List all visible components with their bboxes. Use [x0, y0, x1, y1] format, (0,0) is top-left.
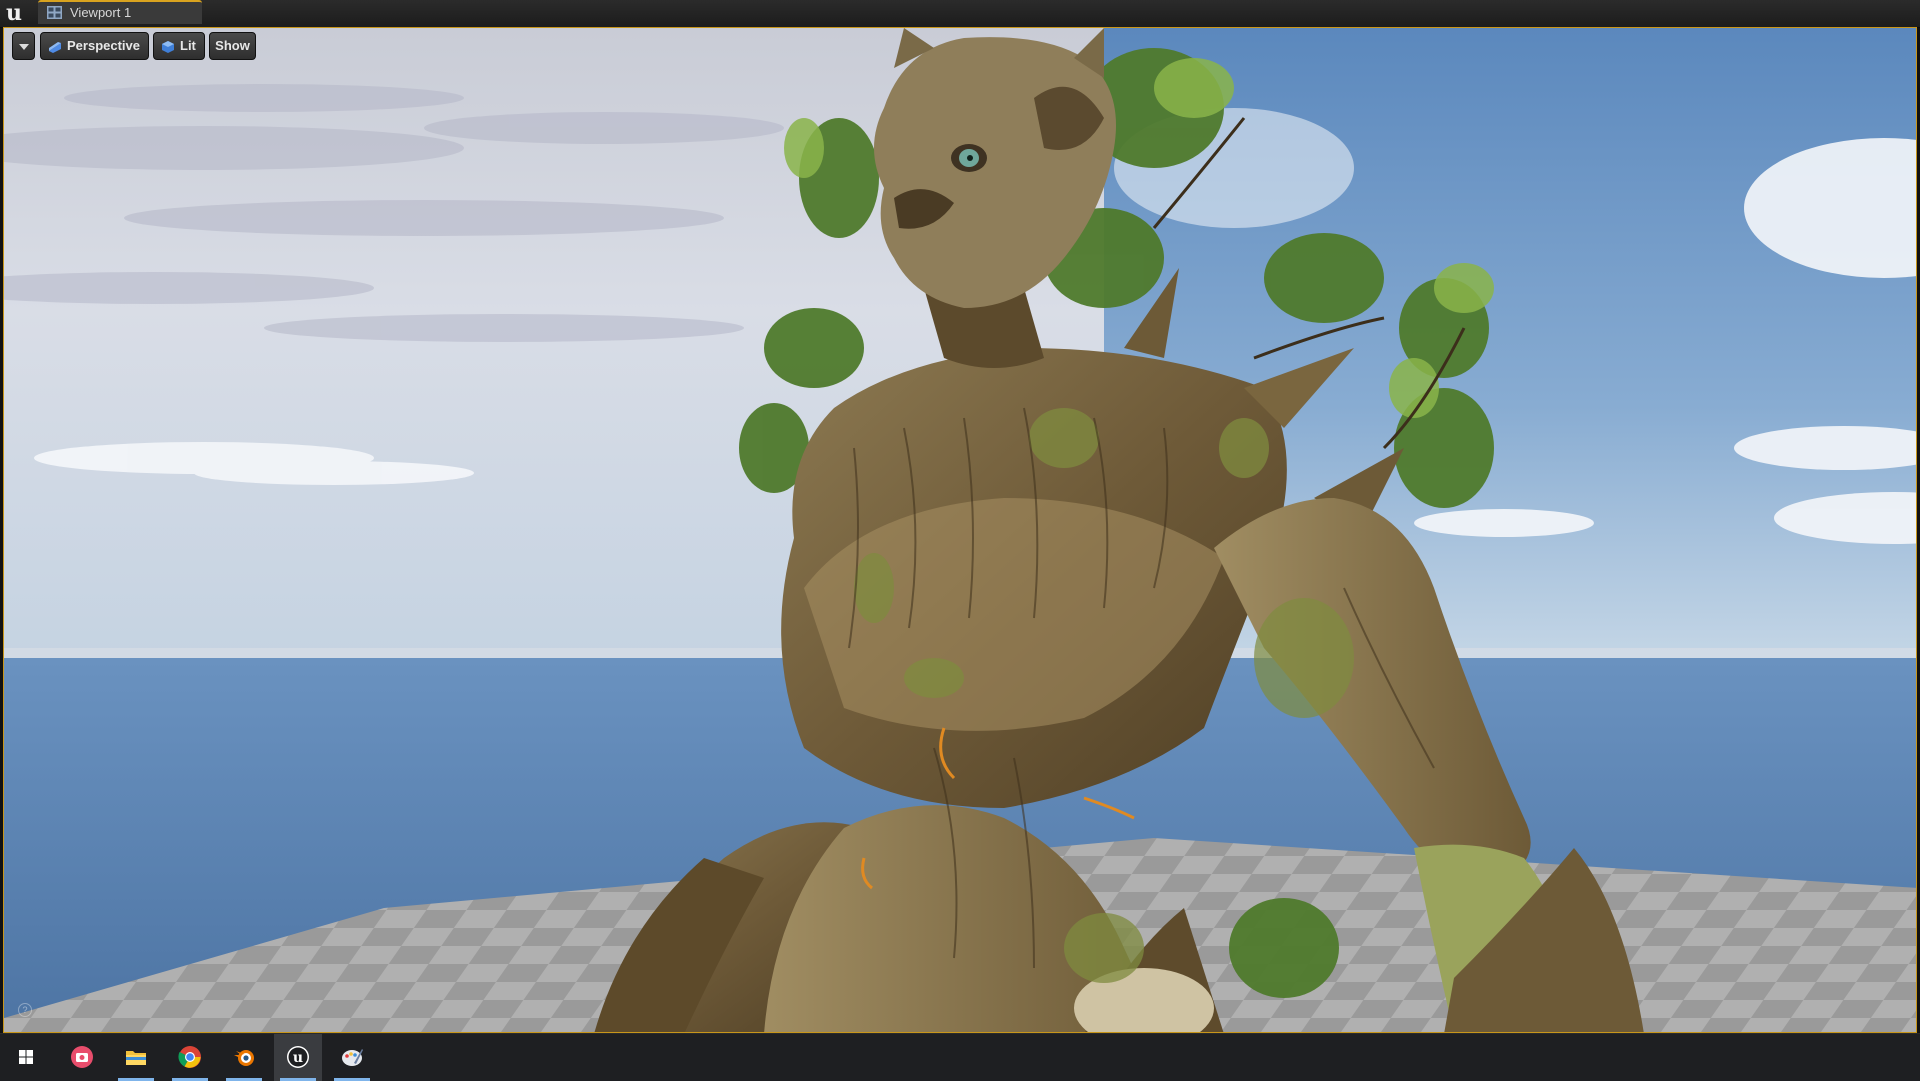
perspective-button[interactable]: Perspective — [40, 32, 149, 60]
taskbar-chrome[interactable] — [166, 1034, 214, 1081]
file-explorer-icon — [126, 1051, 146, 1065]
tab-viewport-1[interactable]: Viewport 1 — [38, 0, 202, 24]
windows-start-icon — [19, 1050, 33, 1064]
viewport-options-dropdown[interactable] — [12, 32, 35, 60]
tab-label: Viewport 1 — [70, 5, 132, 20]
perspective-camera-icon — [49, 42, 61, 53]
show-label: Show — [215, 38, 250, 53]
taskbar-unreal-engine[interactable]: u — [274, 1034, 322, 1081]
perspective-label: Perspective — [67, 38, 140, 53]
lit-sphere-icon — [162, 41, 174, 53]
level-viewport[interactable]: Perspective Lit Show ? — [3, 27, 1917, 1033]
view-mode-lit-button[interactable]: Lit — [153, 32, 205, 60]
scene-render[interactable] — [4, 28, 1917, 1033]
windows-taskbar: u — [0, 1033, 1920, 1081]
screen-recorder-app-icon — [71, 1046, 93, 1068]
chrome-browser-icon — [178, 1046, 201, 1068]
taskbar-blender[interactable] — [220, 1034, 268, 1081]
show-flags-button[interactable]: Show — [209, 32, 256, 60]
chevron-down-icon — [19, 44, 29, 50]
taskbar-file-explorer[interactable] — [112, 1034, 160, 1081]
unreal-engine-logo-icon[interactable]: u — [2, 1, 26, 25]
viewport-grid-icon — [47, 6, 62, 19]
unreal-engine-app-icon: u — [287, 1046, 309, 1068]
paint-app-icon — [342, 1049, 363, 1066]
taskbar-paint[interactable] — [328, 1034, 376, 1081]
help-icon[interactable]: ? — [18, 1003, 32, 1017]
svg-text:u: u — [293, 1050, 303, 1066]
start-button[interactable] — [2, 1034, 50, 1081]
editor-title-bar: u Viewport 1 — [0, 0, 1920, 28]
blender-app-icon — [234, 1050, 254, 1066]
taskbar-screen-recorder[interactable] — [58, 1034, 106, 1081]
lit-label: Lit — [180, 38, 196, 53]
